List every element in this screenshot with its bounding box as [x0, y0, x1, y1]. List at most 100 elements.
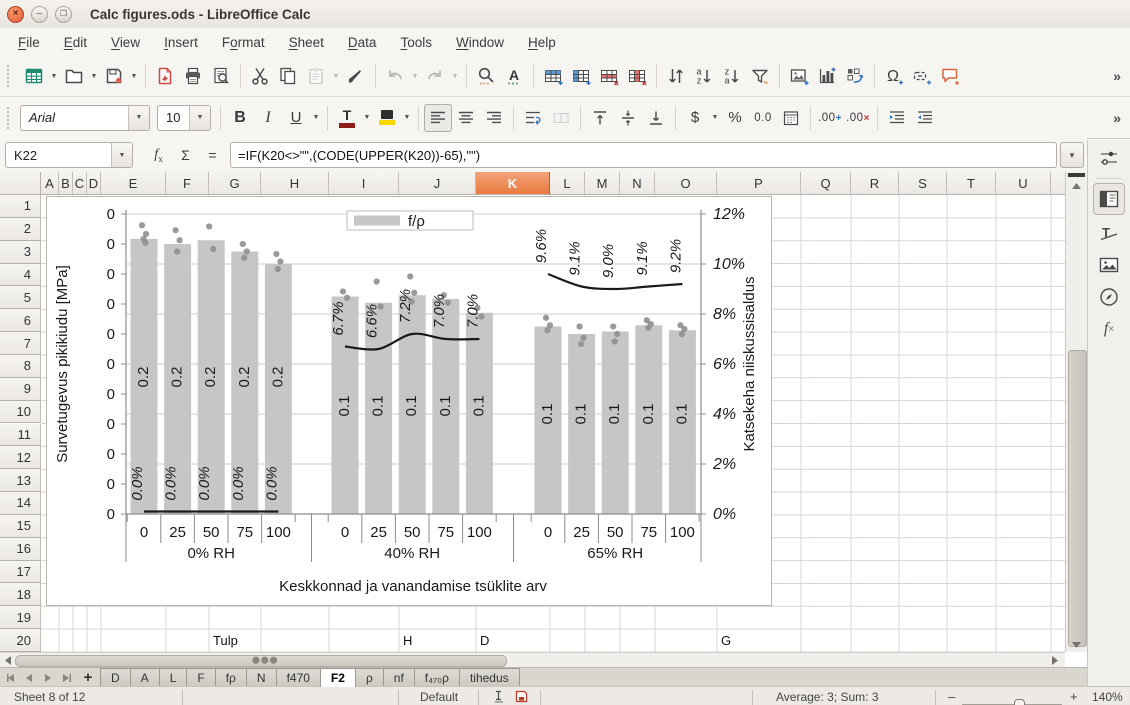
- selection-summary[interactable]: Average: 3; Sum: 3: [776, 687, 879, 705]
- delete-column-button[interactable]: [623, 62, 651, 90]
- row-header-4[interactable]: 4: [0, 264, 41, 287]
- column-header-F[interactable]: F: [166, 172, 209, 195]
- menu-view[interactable]: View: [99, 30, 152, 55]
- scroll-right-icon[interactable]: [1048, 654, 1061, 666]
- sidebar-functions-icon[interactable]: f×: [1094, 315, 1124, 343]
- cut-button[interactable]: [246, 62, 274, 90]
- currency-button[interactable]: $: [681, 104, 709, 132]
- row-header-6[interactable]: 6: [0, 309, 41, 332]
- export-pdf-button[interactable]: [151, 62, 179, 90]
- center-vertically-button[interactable]: [614, 104, 642, 132]
- menu-sheet[interactable]: Sheet: [277, 30, 336, 55]
- row-header-19[interactable]: 19: [0, 606, 41, 629]
- number-button[interactable]: 0.0: [749, 104, 777, 132]
- formula-input[interactable]: [230, 142, 1057, 168]
- row-header-16[interactable]: 16: [0, 538, 41, 561]
- vertical-split-handle[interactable]: [1068, 173, 1085, 177]
- row-header-2[interactable]: 2: [0, 218, 41, 241]
- menu-insert[interactable]: Insert: [152, 30, 210, 55]
- column-header-C[interactable]: C: [73, 172, 87, 195]
- insert-image-button[interactable]: [785, 62, 813, 90]
- column-header-T[interactable]: T: [947, 172, 996, 195]
- next-sheet-icon[interactable]: [38, 668, 57, 687]
- align-left-button[interactable]: [424, 104, 452, 132]
- insert-row-button[interactable]: [539, 62, 567, 90]
- column-header-I[interactable]: I: [329, 172, 399, 195]
- horizontal-scrollbar[interactable]: ⬤⬤⬤: [0, 652, 1065, 667]
- decrease-indent-button[interactable]: [883, 104, 911, 132]
- page-style-status[interactable]: Default: [420, 687, 458, 705]
- zoom-in-button[interactable]: +: [1070, 687, 1078, 705]
- zoom-out-button[interactable]: –: [948, 687, 955, 705]
- row-header-10[interactable]: 10: [0, 401, 41, 424]
- sidebar-styles-icon[interactable]: T: [1094, 219, 1124, 247]
- menu-tools[interactable]: Tools: [388, 30, 444, 55]
- clone-formatting-button[interactable]: [342, 62, 370, 90]
- row-header-18[interactable]: 18: [0, 583, 41, 606]
- insert-pivot-table-button[interactable]: [841, 62, 869, 90]
- column-header-L[interactable]: L: [550, 172, 585, 195]
- column-header-D[interactable]: D: [87, 172, 101, 195]
- menu-help[interactable]: Help: [516, 30, 568, 55]
- font-size-combo[interactable]: 10▼: [157, 105, 211, 131]
- sheet-tab-f470[interactable]: f470: [276, 668, 321, 687]
- increase-indent-button[interactable]: [911, 104, 939, 132]
- menu-file[interactable]: File: [6, 30, 52, 55]
- maximize-window-icon[interactable]: ❒: [55, 6, 72, 23]
- column-header-N[interactable]: N: [620, 172, 655, 195]
- add-decimal-button[interactable]: .00+: [816, 104, 844, 132]
- row-header-11[interactable]: 11: [0, 424, 41, 447]
- toolbar-overflow-button[interactable]: »: [1113, 110, 1121, 126]
- cell-G20[interactable]: Tulp: [213, 629, 238, 652]
- column-header-R[interactable]: R: [851, 172, 899, 195]
- sheet-tab-tihedus[interactable]: tihedus: [459, 668, 520, 687]
- italic-button[interactable]: I: [254, 104, 282, 132]
- insert-column-button[interactable]: [567, 62, 595, 90]
- row-header-5[interactable]: 5: [0, 286, 41, 309]
- highlighting-color-button[interactable]: [373, 104, 401, 132]
- add-sheet-button[interactable]: +: [76, 668, 100, 687]
- menu-edit[interactable]: Edit: [52, 30, 99, 55]
- row-header-15[interactable]: 15: [0, 515, 41, 538]
- insert-special-character-button[interactable]: Ω: [880, 62, 908, 90]
- close-window-icon[interactable]: ×: [7, 6, 24, 23]
- row-header-20[interactable]: 20: [0, 629, 41, 652]
- column-header-H[interactable]: H: [261, 172, 329, 195]
- scroll-left-icon[interactable]: [1, 654, 14, 666]
- scroll-down-icon[interactable]: [1067, 637, 1086, 652]
- sheet-tab-nf[interactable]: nf: [383, 668, 415, 687]
- underline-button[interactable]: U: [282, 104, 310, 132]
- insert-comment-button[interactable]: [936, 62, 964, 90]
- sheet-tab-ρ[interactable]: ρ: [355, 668, 384, 687]
- sheet-grid[interactable]: ABCDEFGHIJKLMNOPQRSTUV 12345678910111213…: [0, 172, 1065, 652]
- column-header-E[interactable]: E: [101, 172, 166, 195]
- row-header-1[interactable]: 1: [0, 195, 41, 218]
- zoom-slider-thumb[interactable]: [1014, 699, 1025, 705]
- column-header-V[interactable]: V: [1051, 172, 1065, 195]
- column-header-M[interactable]: M: [585, 172, 620, 195]
- menu-format[interactable]: Format: [210, 30, 277, 55]
- delete-row-button[interactable]: [595, 62, 623, 90]
- print-button[interactable]: [179, 62, 207, 90]
- copy-button[interactable]: [274, 62, 302, 90]
- row-header-3[interactable]: 3: [0, 241, 41, 264]
- scroll-up-icon[interactable]: [1067, 178, 1086, 193]
- sort-ascending-button[interactable]: az: [690, 62, 718, 90]
- first-sheet-icon[interactable]: [0, 668, 19, 687]
- cell-J20[interactable]: H: [403, 629, 412, 652]
- currency-dropdown-icon[interactable]: ▼: [709, 104, 721, 132]
- new-spreadsheet-button[interactable]: [20, 62, 48, 90]
- font-color-button[interactable]: T: [333, 104, 361, 132]
- last-sheet-icon[interactable]: [57, 668, 76, 687]
- menu-window[interactable]: Window: [444, 30, 516, 55]
- formatting-toolbar-grip[interactable]: [7, 107, 15, 129]
- function-wizard-icon[interactable]: fx: [145, 147, 172, 164]
- column-header-K[interactable]: K: [476, 172, 550, 195]
- sidebar-gallery-icon[interactable]: [1094, 251, 1124, 279]
- row-header-9[interactable]: 9: [0, 378, 41, 401]
- spelling-button[interactable]: A: [500, 62, 528, 90]
- previous-sheet-icon[interactable]: [19, 668, 38, 687]
- name-box-dropdown-icon[interactable]: ▼: [111, 143, 132, 167]
- vertical-scrollbar[interactable]: [1065, 172, 1087, 652]
- insert-mode-icon[interactable]: [492, 687, 506, 705]
